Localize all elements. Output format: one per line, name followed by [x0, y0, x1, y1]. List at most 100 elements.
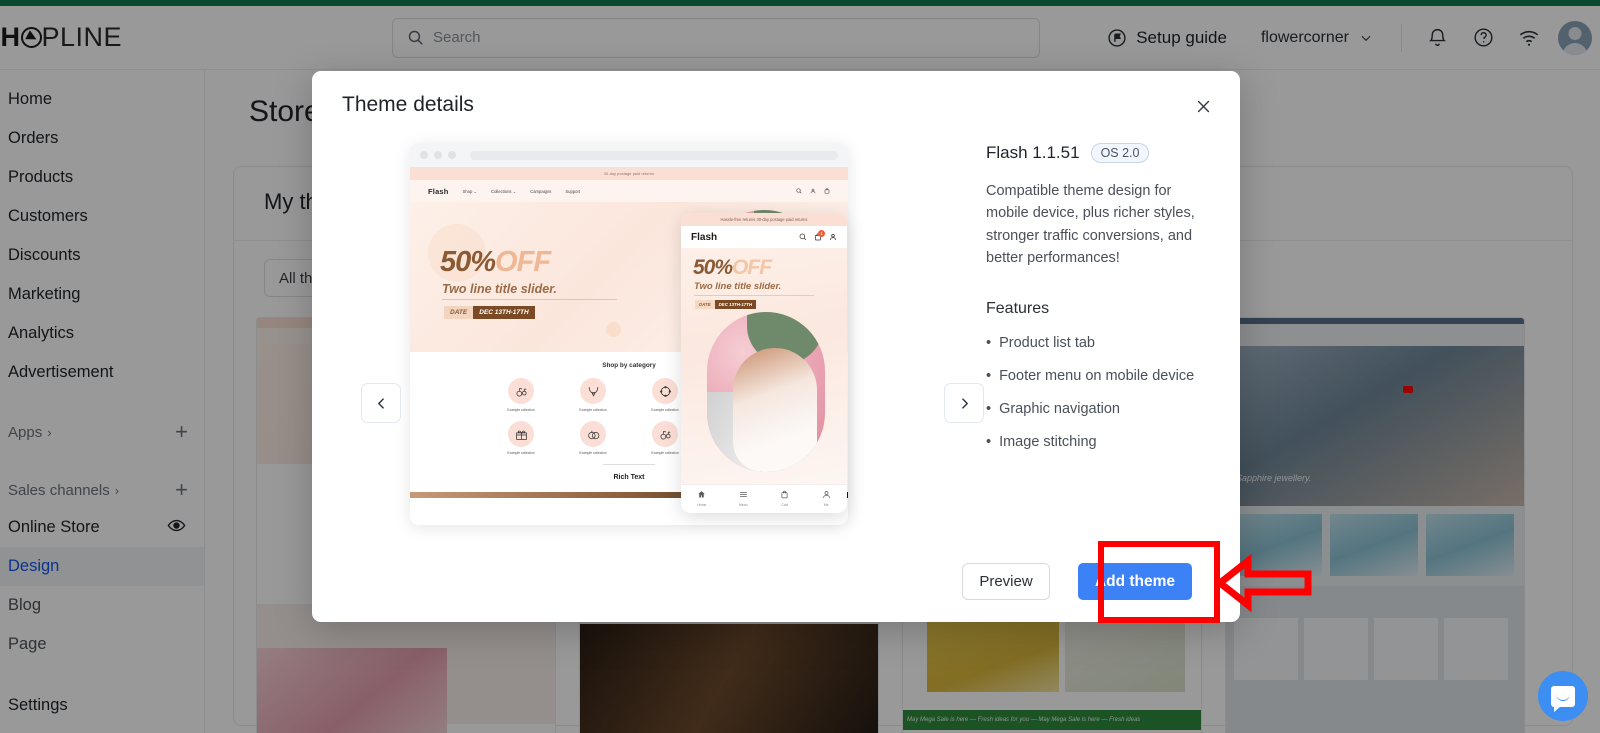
mobile-hero-model-image: [707, 312, 825, 472]
sidebar-group-apps[interactable]: Apps › +: [0, 414, 204, 450]
mobile-footer-nav: Home Menu Cart Me: [681, 484, 847, 511]
annotation-highlight-box: [1098, 541, 1220, 623]
add-channel-button[interactable]: +: [175, 479, 188, 501]
avatar[interactable]: [1558, 20, 1592, 55]
setup-guide-label: Setup guide: [1136, 27, 1227, 47]
feature-label: Product list tab: [999, 334, 1095, 351]
sidebar-item-label: Discounts: [8, 246, 81, 264]
hero-date: DATE DEC 13TH-17TH: [444, 306, 535, 319]
wifi-icon: [1519, 30, 1539, 46]
sidebar-item-design[interactable]: Design: [0, 547, 204, 586]
mobile-brand: Flash: [691, 231, 718, 243]
hero-percent: 50%: [693, 256, 733, 279]
hero-off: OFF: [495, 246, 551, 278]
sidebar-item-label: Blog: [8, 596, 42, 614]
feature-label: Image stitching: [999, 433, 1097, 450]
sidebar-item-orders[interactable]: Orders: [0, 119, 204, 158]
search-icon: [408, 30, 423, 45]
search-icon: [799, 233, 807, 241]
sidebar-item-label: Advertisement: [8, 363, 114, 381]
sidebar-item-discounts[interactable]: Discounts: [0, 236, 204, 275]
sidebar-item-label: Online Store: [8, 518, 100, 536]
theme-thumbnail[interactable]: Sapphire jewellery.: [1225, 317, 1525, 733]
chevron-right-icon: ›: [47, 424, 52, 440]
eye-icon[interactable]: [167, 516, 186, 540]
category-label: Example collection: [651, 451, 679, 455]
mobile-header: Flash 1: [681, 226, 847, 248]
sidebar-item-customers[interactable]: Customers: [0, 197, 204, 236]
help-icon: [1473, 28, 1493, 47]
top-bar-right: Setup guide flowercorner: [1089, 15, 1600, 61]
modal-title: Theme details: [342, 93, 474, 116]
category-item: Example collection: [501, 421, 541, 455]
sidebar-item-marketing[interactable]: Marketing: [0, 275, 204, 314]
sidebar-group-label: Apps: [8, 423, 43, 441]
close-icon[interactable]: [1188, 91, 1218, 121]
sidebar-item-label: Home: [8, 90, 53, 108]
sidebar-item-page[interactable]: Page: [0, 625, 204, 664]
store-nav-link: Support: [565, 188, 581, 194]
mobile-nav-menu: Menu: [739, 490, 748, 507]
logo-text: SH PLINE: [0, 22, 122, 53]
carousel-prev-button[interactable]: [361, 383, 401, 423]
sidebar-item-label: Marketing: [8, 285, 81, 303]
feature-label: Footer menu on mobile device: [999, 367, 1195, 384]
sidebar-item-online-store[interactable]: Online Store: [0, 508, 204, 547]
cart-icon: [780, 490, 789, 501]
sidebar-item-blog[interactable]: Blog: [0, 586, 204, 625]
sidebar-item-settings[interactable]: Settings: [0, 686, 204, 725]
notifications-button[interactable]: [1414, 15, 1460, 61]
sidebar-item-products[interactable]: Products: [0, 158, 204, 197]
mobile-announcement-bar: Hassle-free returns 30-day postage paid …: [681, 213, 847, 226]
category-label: Example collection: [507, 408, 535, 412]
store-switcher[interactable]: flowercorner: [1245, 29, 1389, 47]
search-input[interactable]: Search: [392, 17, 1040, 58]
mobile-nav-cart: Cart: [780, 490, 789, 507]
sidebar-item-label: Analytics: [8, 324, 75, 342]
chat-widget-button[interactable]: [1538, 671, 1588, 721]
shopline-logo[interactable]: SH PLINE: [0, 22, 182, 53]
hero-date-value: DEC 13TH-17TH: [473, 306, 535, 319]
sidebar-group-sales-channels[interactable]: Sales channels › +: [0, 472, 204, 508]
hero-date-value: DEC 13TH-17TH: [714, 300, 757, 309]
category-item: Example collection: [501, 378, 541, 412]
red-arrow-icon: [1216, 553, 1312, 613]
chevron-right-icon: ›: [114, 482, 120, 498]
announcement-bar: 30-day postage paid returns: [410, 167, 848, 180]
help-button[interactable]: [1460, 15, 1506, 61]
search-icon: [796, 188, 802, 194]
category-label: Example collection: [651, 408, 679, 412]
preview-button[interactable]: Preview: [962, 563, 1050, 600]
carousel-next-button[interactable]: [944, 383, 984, 423]
cart-badge: 1: [818, 230, 825, 237]
chat-bubble-icon: [1551, 685, 1575, 712]
bullet-icon: •: [986, 400, 992, 417]
category-label: Example collection: [507, 451, 535, 455]
account-icon: [822, 490, 831, 501]
theme-card-shine[interactable]: Sapphire jewellery.: [1225, 317, 1525, 733]
sidebar-item-analytics[interactable]: Analytics: [0, 314, 204, 353]
feature-item: • Product list tab: [986, 335, 1214, 351]
setup-guide-button[interactable]: Setup guide: [1089, 28, 1245, 48]
shine-hero-text: Sapphire jewellery.: [1236, 473, 1312, 483]
sidebar-item-label: Design: [8, 557, 60, 575]
hero-date-label: DATE: [695, 300, 715, 309]
necklace-icon: [580, 378, 606, 404]
sidebar-item-home[interactable]: Home: [0, 80, 204, 119]
theme-info-header: Flash 1.1.51 OS 2.0: [986, 143, 1214, 163]
theme-preview-carousel: 30-day postage paid returns Flash Shop ⌄…: [336, 133, 984, 603]
add-app-button[interactable]: +: [175, 421, 188, 443]
bell-icon: [1428, 29, 1446, 46]
mobile-header-icons: 1: [799, 230, 837, 241]
mobile-nav-label: Cart: [781, 502, 788, 507]
sidebar-group-label: Sales channels: [8, 481, 110, 499]
window-dot: [448, 151, 456, 159]
theme-art: Sapphire jewellery.: [1226, 318, 1524, 733]
sidebar-item-label: Page: [8, 635, 47, 653]
connection-button[interactable]: [1506, 15, 1552, 61]
features-heading: Features: [986, 299, 1050, 317]
menu-icon: [739, 490, 748, 501]
sidebar-item-advertisement[interactable]: Advertisement: [0, 353, 204, 392]
theme-description: Compatible theme design for mobile devic…: [986, 183, 1195, 267]
